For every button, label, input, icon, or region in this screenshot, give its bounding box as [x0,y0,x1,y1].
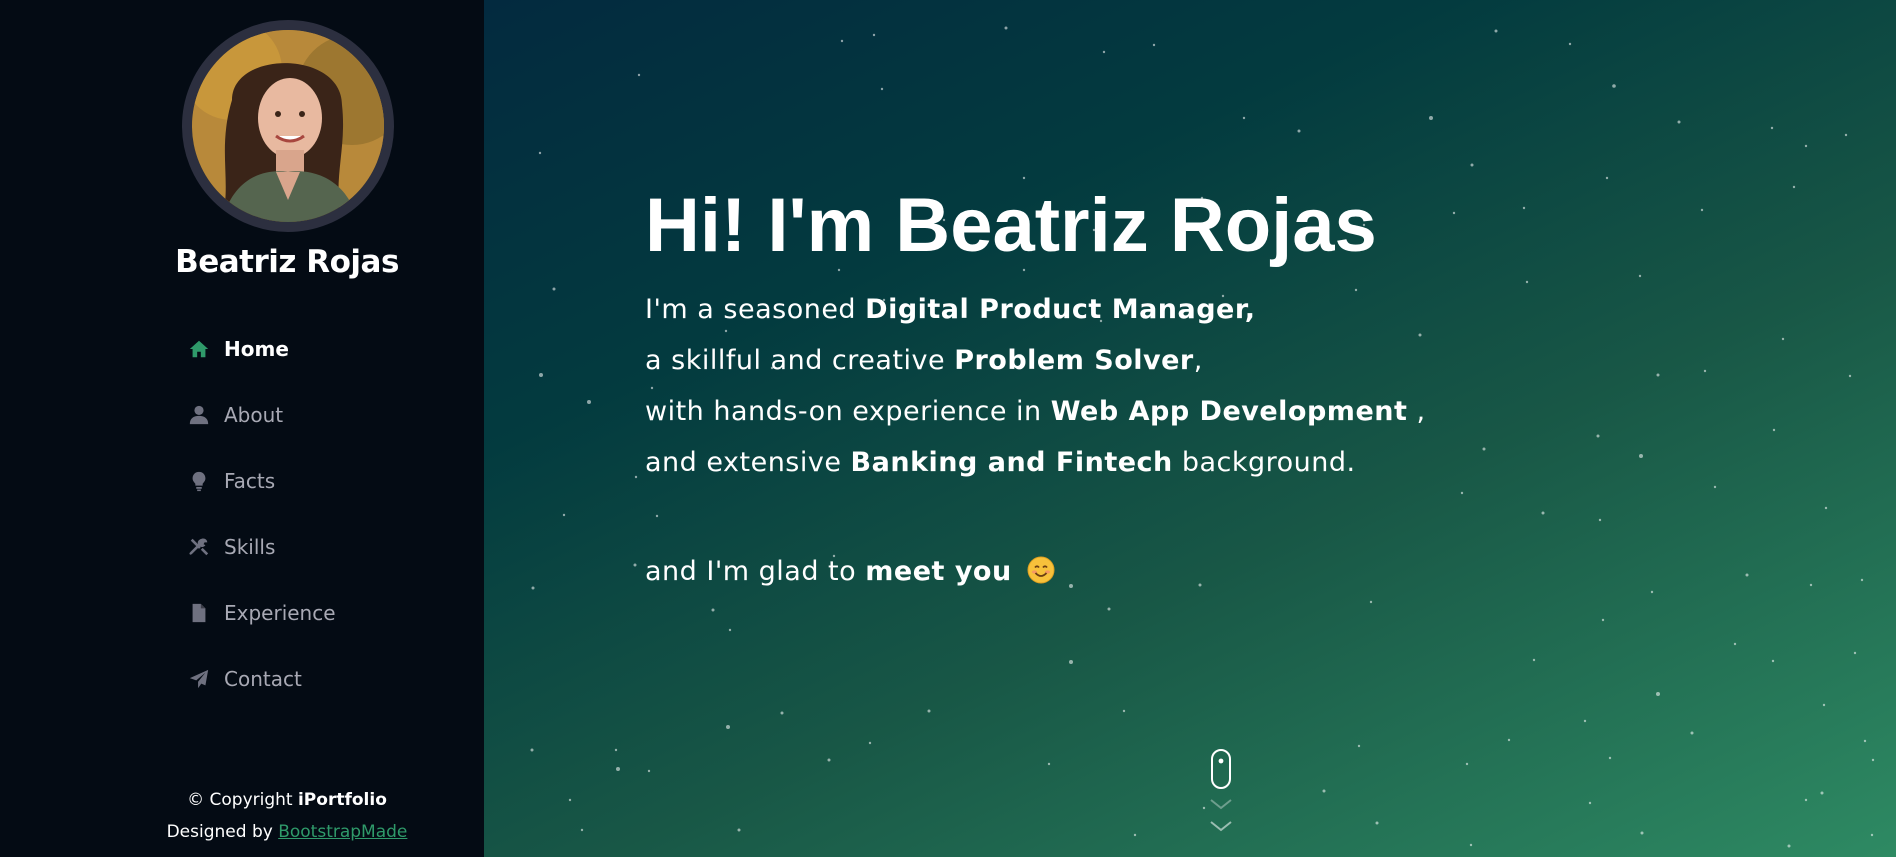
tools-icon [188,536,216,558]
scroll-down-indicator[interactable] [1206,748,1236,842]
send-icon [188,668,216,690]
document-icon [188,602,216,624]
line-highlight: Digital Product Manager, [865,294,1256,325]
nav-item-facts[interactable]: Facts [188,448,336,514]
nav-label: Skills [224,535,276,559]
nav-item-about[interactable]: About [188,382,336,448]
sidebar-nav: Home About Facts Skills Experience Conta… [188,316,336,712]
nav-item-skills[interactable]: Skills [188,514,336,580]
hero-line-2: a skillful and creative Problem Solver, [645,335,1426,386]
home-icon [188,338,216,360]
nav-label: About [224,403,284,427]
mouse-scroll-icon [1210,749,1232,832]
hero-line-1: I'm a seasoned Digital Product Manager, [645,284,1426,335]
user-icon [188,404,216,426]
hero-title: Hi! I'm Beatriz Rojas [645,183,1377,268]
nav-item-experience[interactable]: Experience [188,580,336,646]
line-suffix: , [1407,396,1426,427]
smiling-face-icon [1027,556,1055,584]
greeting-highlight: meet you [865,556,1012,587]
hero-intro: I'm a seasoned Digital Product Manager, … [645,284,1426,488]
nav-label: Facts [224,469,276,493]
copyright-prefix: © Copyright [187,790,298,810]
nav-label: Contact [224,667,302,691]
hero-greeting: and I'm glad to meet you [645,556,1055,587]
line-highlight: Banking and Fintech [850,447,1173,478]
line-text: and extensive [645,447,851,478]
greeting-text: and I'm glad to [645,556,866,587]
line-suffix: background. [1172,447,1356,478]
nav-label: Home [224,337,289,361]
sidebar: Beatriz Rojas Home About Facts Skills Ex… [0,0,484,857]
nav-item-contact[interactable]: Contact [188,646,336,712]
profile-avatar [182,20,394,232]
line-text: I'm a seasoned [645,294,866,325]
hero-line-4: and extensive Banking and Fintech backgr… [645,437,1426,488]
line-suffix: , [1193,345,1203,376]
hero-section: Hi! I'm Beatriz Rojas I'm a seasoned Dig… [484,0,1896,857]
line-highlight: Web App Development [1050,396,1408,427]
line-highlight: Problem Solver [954,345,1194,376]
line-text: with hands-on experience in [645,396,1051,427]
lightbulb-icon [188,470,216,492]
nav-item-home[interactable]: Home [188,316,336,382]
designer-link[interactable]: BootstrapMade [278,822,407,842]
hero-line-3: with hands-on experience in Web App Deve… [645,386,1426,437]
nav-label: Experience [224,601,336,625]
credits-prefix: Designed by [166,822,279,842]
copyright-brand: iPortfolio [297,790,387,810]
line-text: a skillful and creative [645,345,955,376]
profile-photo [192,30,384,222]
